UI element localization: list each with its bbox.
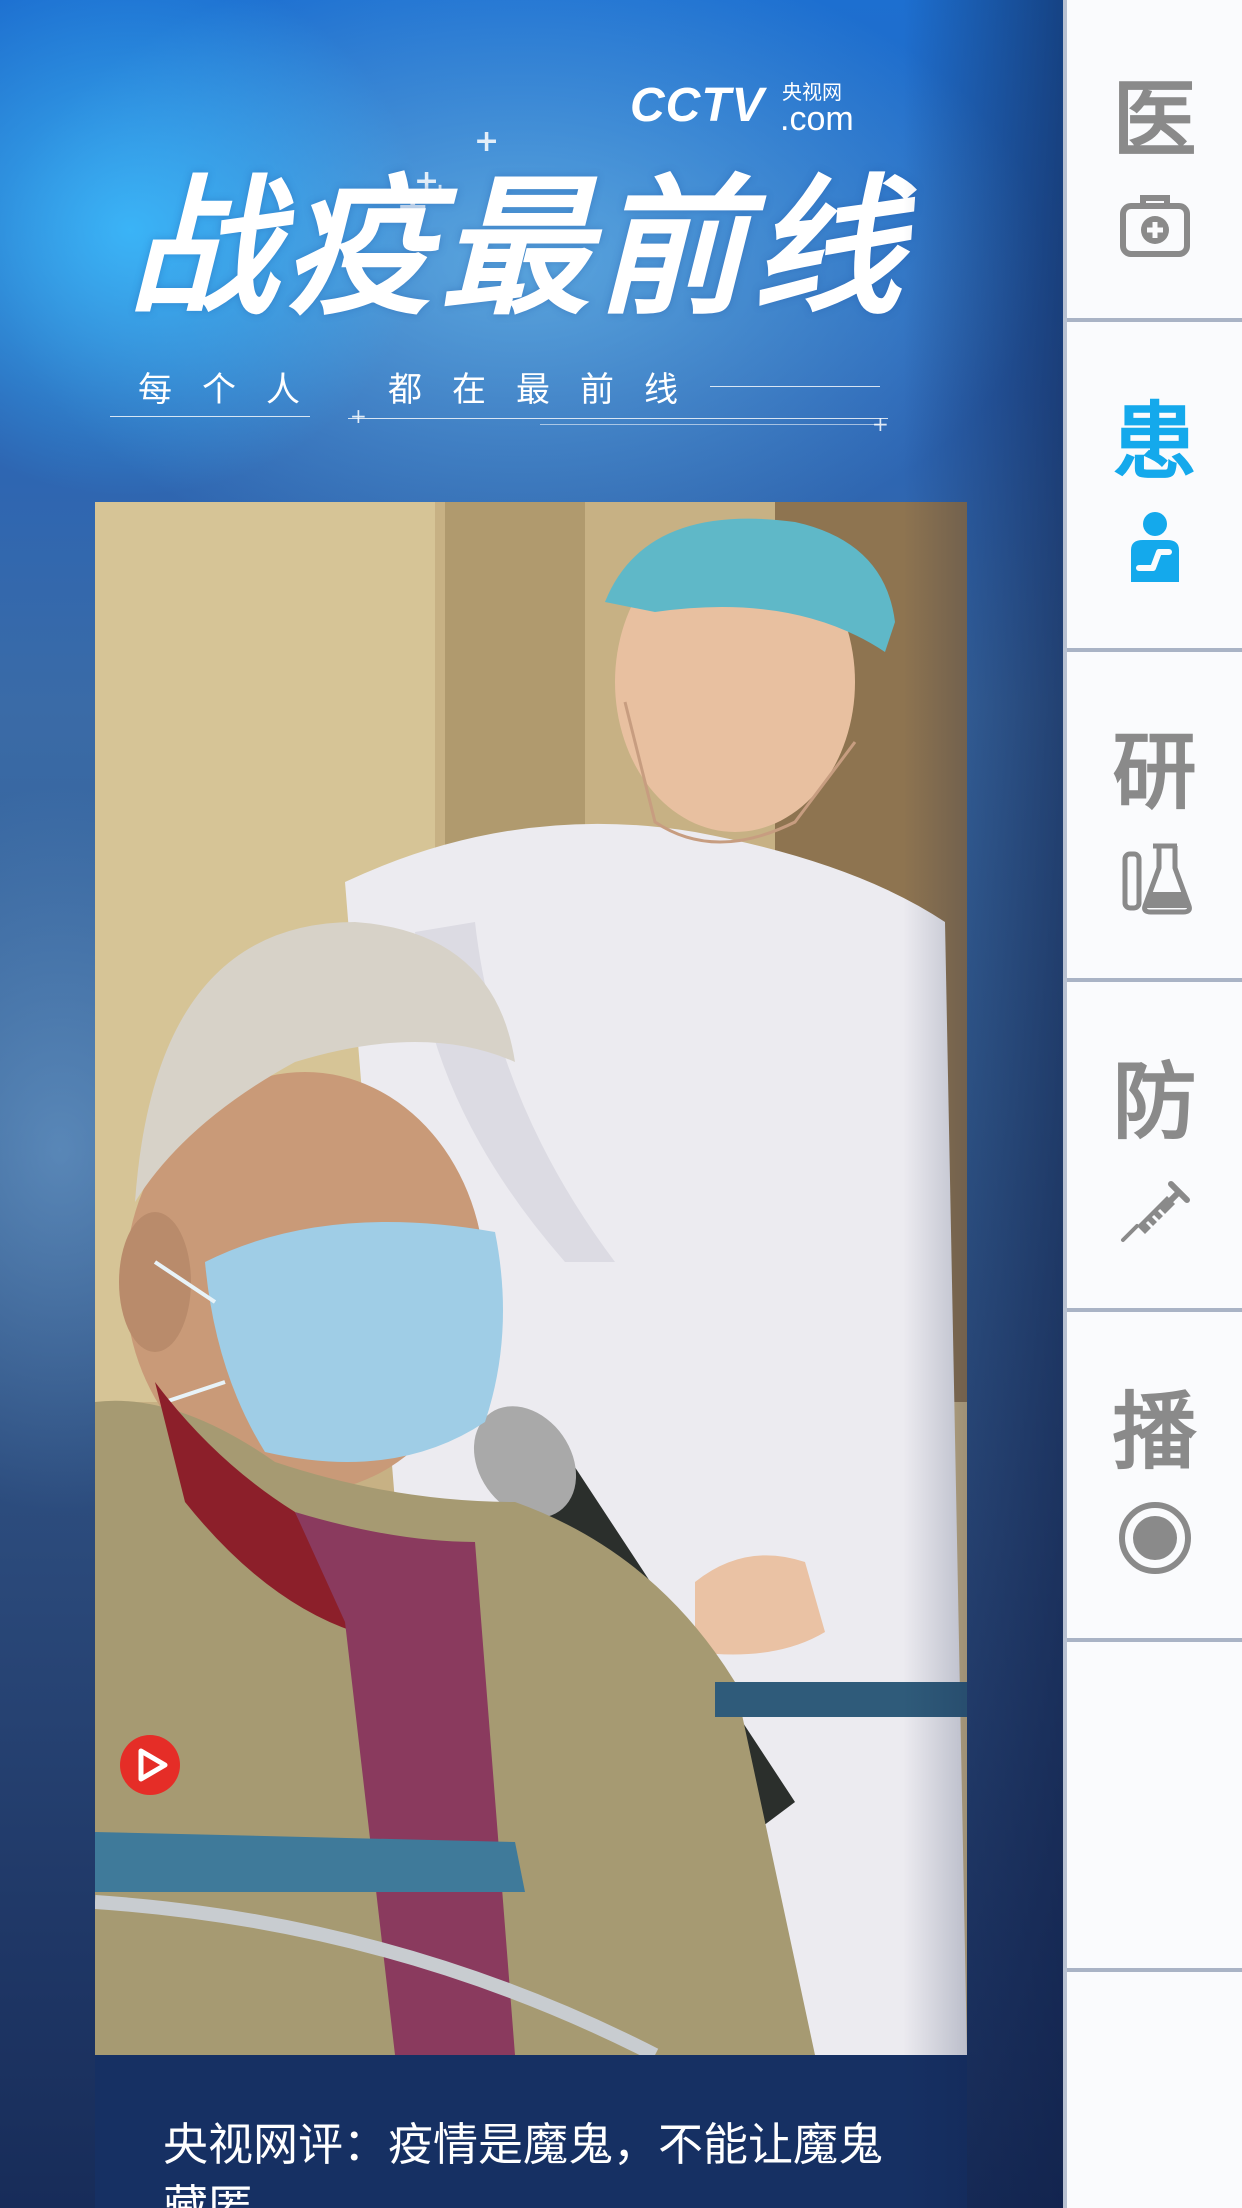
story-title[interactable]: 央视网评：疫情是魔鬼，不能让魔鬼藏匿 xyxy=(163,2114,923,2208)
play-icon[interactable] xyxy=(119,1734,181,1796)
story-card[interactable]: 央视网评：疫情是魔鬼，不能让魔鬼藏匿 xyxy=(95,502,967,2208)
syringe-icon xyxy=(1120,1181,1190,1242)
nav-item-label: 播 xyxy=(1112,1382,1197,1481)
nav-item-label: 医 xyxy=(1112,70,1197,169)
decorative-line xyxy=(540,424,880,425)
main-panel: CCTV 央视网 .com + + + + 战疫最前线 每个人 都在最前线 + … xyxy=(0,0,1063,2208)
banner-subtitle-part2: 都在最前线 xyxy=(388,370,708,410)
nav-item-label: 患 xyxy=(1112,392,1197,491)
decorative-line xyxy=(710,386,880,387)
decorative-line xyxy=(348,418,888,419)
nav-item-broadcast[interactable]: 播 xyxy=(1067,1308,1242,1638)
medical-kit-icon xyxy=(1119,195,1190,257)
nav-item-empty xyxy=(1067,1638,1242,1968)
nav-item-prevention[interactable]: 防 xyxy=(1067,978,1242,1308)
nav-item-medical[interactable]: 医 xyxy=(1067,0,1242,330)
cross-icon: + xyxy=(350,404,367,428)
patient-icon xyxy=(1130,512,1179,582)
record-icon xyxy=(1118,1502,1191,1574)
banner-subtitle-part1: 每个人 xyxy=(138,370,330,410)
story-photo[interactable] xyxy=(95,502,967,2055)
nav-item-label: 研 xyxy=(1112,722,1197,821)
photo-illustration xyxy=(95,502,967,2055)
flask-icon xyxy=(1122,843,1192,915)
nav-item-patient[interactable]: 患 xyxy=(1067,318,1242,648)
cross-icon: + xyxy=(872,412,889,436)
side-nav: 医 患 研 防 播 xyxy=(1063,0,1242,2208)
cctv-logo[interactable]: CCTV 央视网 .com xyxy=(630,64,860,146)
logo-domain: .com xyxy=(780,100,854,138)
decorative-line xyxy=(110,416,310,417)
banner-title: 战疫最前线 xyxy=(128,160,909,336)
logo-brand: CCTV xyxy=(630,79,765,132)
nav-item-research[interactable]: 研 xyxy=(1067,648,1242,978)
cross-icon: + xyxy=(474,124,500,159)
nav-item-label: 防 xyxy=(1112,1052,1197,1151)
nav-item-empty xyxy=(1067,1968,1242,2208)
